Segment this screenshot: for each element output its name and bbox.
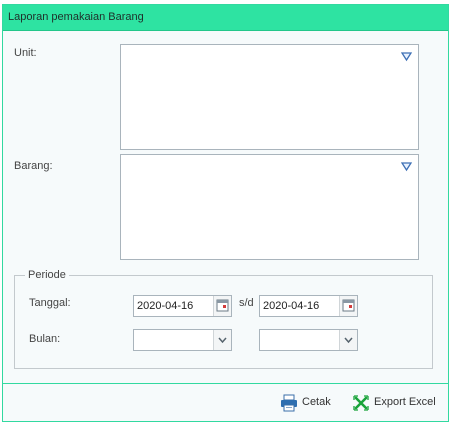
panel-body: Unit: Barang: Periode Tanggal: 2020-04-1… — [3, 31, 448, 383]
chevron-down-icon[interactable] — [339, 330, 357, 350]
chevron-down-icon[interactable] — [213, 330, 231, 350]
calendar-icon[interactable] — [213, 296, 231, 316]
date-separator: s/d — [239, 297, 254, 309]
date-from-value: 2020-04-16 — [137, 300, 194, 312]
periode-fieldset: Periode — [14, 269, 433, 369]
tanggal-label: Tanggal: — [29, 297, 71, 309]
report-panel: Laporan pemakaian Barang Unit: Barang: P… — [2, 4, 449, 422]
unit-label: Unit: — [14, 47, 37, 59]
export-excel-button[interactable]: Export Excel — [352, 393, 438, 413]
bulan-label: Bulan: — [29, 333, 61, 345]
triangle-down-icon[interactable] — [401, 51, 412, 62]
calendar-icon[interactable] — [339, 296, 357, 316]
date-to-value: 2020-04-16 — [263, 300, 320, 312]
panel-title: Laporan pemakaian Barang — [8, 11, 144, 23]
bulan-to-select[interactable] — [259, 329, 358, 351]
triangle-down-icon[interactable] — [401, 161, 412, 172]
date-from-field[interactable]: 2020-04-16 — [133, 295, 232, 317]
date-to-field[interactable]: 2020-04-16 — [259, 295, 358, 317]
panel-footer: Cetak Export Excel — [3, 383, 448, 421]
excel-export-icon — [352, 394, 370, 412]
cetak-label: Cetak — [302, 396, 331, 408]
printer-icon — [280, 394, 298, 412]
panel-header: Laporan pemakaian Barang — [3, 5, 448, 31]
cetak-button[interactable]: Cetak — [280, 393, 340, 413]
unit-listbox[interactable] — [120, 44, 419, 150]
barang-label: Barang: — [14, 160, 53, 172]
export-excel-label: Export Excel — [374, 396, 436, 408]
bulan-from-select[interactable] — [133, 329, 232, 351]
periode-legend: Periode — [28, 269, 66, 281]
barang-listbox[interactable] — [120, 154, 419, 260]
